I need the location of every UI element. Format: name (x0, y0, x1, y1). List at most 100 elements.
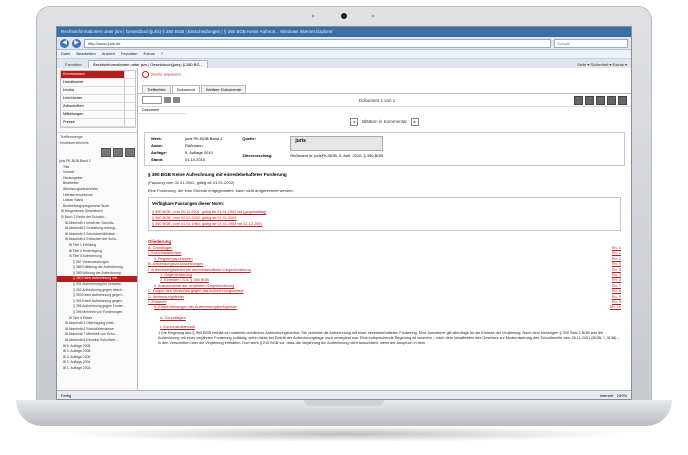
browser-window: Rechtsinformationen unter jsm | Gesetzbu… (56, 26, 632, 400)
category-item[interactable]: Mitteilungen (61, 111, 135, 119)
status-zone-label: Internet (599, 393, 614, 398)
outline-margin-number[interactable]: Rn. 10 (610, 305, 621, 310)
tab-trefferliste[interactable]: Trefferliste (142, 85, 171, 93)
toc-link[interactable]: Inhaltsverzeichnis (57, 141, 137, 145)
pdf-icon[interactable] (607, 95, 616, 105)
document-metadata: Werk: juris PK-BGB Band 2 Autor: Rüßmann Auf… (144, 132, 625, 166)
document-actions (574, 95, 627, 105)
print-icon[interactable] (125, 148, 135, 157)
adjust-search-link[interactable]: Suche anpassen (138, 68, 631, 81)
metadata-key: Werk: (151, 136, 163, 141)
camera-lens (341, 13, 347, 19)
browse-comment-label: Blättern in Kommentar (362, 119, 407, 125)
doc-tabs: Trefferliste Dokument Weitere Dokumente (138, 81, 631, 94)
juris-logo: juris (290, 136, 384, 151)
category-label: Zeitschriften (63, 104, 84, 108)
document-counter: Dokument 1 von 1 (358, 97, 396, 103)
document-panel: Suche anpassen Trefferliste Dokument Wei… (138, 68, 631, 390)
menu-edit[interactable]: Bearbeiten (76, 50, 95, 58)
treffermenge-title: Treffermenge (57, 132, 137, 141)
adjust-search-label: Suche anpassen (151, 71, 181, 77)
menu-file[interactable]: Datei (61, 50, 70, 58)
metadata-key: Quelle: (242, 136, 256, 141)
email-icon[interactable] (596, 95, 605, 105)
category-count (124, 71, 135, 78)
status-bar: Fertig Internet 100% (57, 390, 631, 399)
search-input[interactable]: Google (554, 38, 628, 48)
version-link[interactable]: § 390 BGB, vom 01.01.1964, gültig ab 01.… (152, 221, 617, 227)
category-label: Handbücher (63, 80, 84, 84)
outline-item[interactable]: II. Einschränkungen der Aufrechnungsbefu… (148, 305, 621, 310)
next-arrow-icon[interactable]: ▸ (410, 118, 419, 126)
previous-arrow-icon[interactable]: ◂ (350, 118, 359, 126)
menu-view[interactable]: Ansicht (102, 50, 115, 58)
status-text: Fertig (61, 393, 72, 398)
category-count (124, 79, 135, 86)
address-bar[interactable]: http://www.juris.de (84, 38, 551, 48)
category-label: Presse (63, 120, 75, 124)
metadata-key: Auflage: (151, 150, 167, 155)
save-icon[interactable] (574, 95, 583, 105)
metadata-key: Stand: (151, 157, 164, 162)
metadata-left: Werk: juris PK-BGB Band 2 Autor: Rüßmann Auf… (151, 136, 222, 162)
category-item[interactable]: Lehrbücher (61, 95, 135, 103)
outline-title: Gliederung (148, 239, 172, 244)
left-panel: Kommentare Handbücher Lexika Lehrbücher Zeit… (57, 68, 138, 390)
back-arrow-icon[interactable]: ◀ (60, 38, 69, 48)
laptop-shadow (60, 426, 628, 442)
metadata-key: Autor: (151, 143, 163, 148)
star-icon[interactable] (173, 97, 180, 103)
tree-item[interactable]: ⊞ 1. Auflage 2003 (57, 366, 137, 372)
heading-grundlagen: A. Grundlagen (160, 314, 186, 320)
metadata-value: 01.10.2010 (185, 157, 206, 162)
category-count (124, 87, 135, 94)
expand-icon[interactable] (101, 148, 111, 157)
command-bar[interactable]: Seite ▾ Sicherheit ▾ Extras ▾ (577, 62, 627, 67)
category-item[interactable]: Zeitschriften (61, 103, 135, 111)
tab-weitere-dokumente[interactable]: Weitere Dokumente (200, 85, 247, 93)
menu-favorites[interactable]: Favoriten (121, 50, 138, 58)
magnifier-icon (142, 71, 149, 78)
document-toolbar: Dokument 1 von 1 (138, 94, 631, 107)
menu-help[interactable]: ? (161, 50, 163, 58)
outline-list: A. Grundlagen Rn. 1 I. Kurzcharakteristik R… (148, 246, 621, 311)
category-count (124, 119, 135, 126)
menu-bar: Datei Bearbeiten Ansicht Favoriten Extra… (57, 50, 631, 59)
window-title: Rechtsinformationen unter jsm | Gesetzbu… (57, 27, 631, 37)
category-item[interactable]: Kommentare (61, 71, 135, 79)
browse-comment: ◂ Blättern in Kommentar ▸ (138, 114, 631, 130)
tab-dokument[interactable]: Dokument (171, 85, 200, 93)
outline-link[interactable]: II. Einschränkungen der Aufrechnungsbefu… (154, 305, 237, 310)
forward-arrow-icon[interactable]: ▶ (72, 38, 81, 48)
category-item[interactable]: Handbücher (61, 79, 135, 87)
metadata-key: Zitiervorschlag: (242, 152, 273, 158)
category-label: Lehrbücher (63, 96, 83, 100)
print-icon[interactable] (585, 95, 594, 105)
metadata-right: Quelle: juris Zitiervorschlag: Rüßmann in: … (242, 136, 384, 162)
category-item[interactable]: Presse (61, 119, 135, 127)
norm-text: Eine Forderung, der eine Einrede entgege… (148, 188, 294, 193)
metadata-value: juris PK-BGB Band 2 (185, 136, 223, 141)
versions-heading: Verfügbare Fassungen dieser Norm: (152, 201, 225, 206)
juris-app: Kommentare Handbücher Lexika Lehrbücher Zeit… (57, 68, 631, 390)
metadata-value: Rüßmann in: jurisPK-BGB, 5. Aufl. 2010, … (290, 152, 384, 158)
category-label: Lexika (63, 88, 74, 92)
category-count (124, 103, 135, 110)
menu-tools[interactable]: Extras (144, 50, 155, 58)
category-item[interactable]: Lexika (61, 87, 135, 95)
copy-icon[interactable] (164, 97, 171, 103)
document-label: Dokument (138, 107, 186, 114)
view-select[interactable] (142, 96, 162, 104)
category-list: Kommentare Handbücher Lexika Lehrbücher Zeit… (60, 70, 136, 128)
window-icon[interactable] (618, 95, 627, 105)
zoom-level[interactable]: 100% (617, 393, 627, 398)
toc-tree: juris PK-BGB Band 2 Titel Vorwort Herausgeb… (57, 159, 137, 372)
laptop-notch (304, 400, 384, 406)
camera-sensor (372, 15, 374, 17)
status-zone: Internet 100% (600, 391, 627, 399)
tree-tools (101, 148, 137, 157)
metadata-value: 5. Auflage 2010 (185, 150, 213, 155)
navigation-bar: ◀ ▶ http://www.juris.de Google (57, 37, 631, 50)
category-label: Mitteilungen (63, 112, 84, 116)
collapse-icon[interactable] (113, 148, 123, 157)
